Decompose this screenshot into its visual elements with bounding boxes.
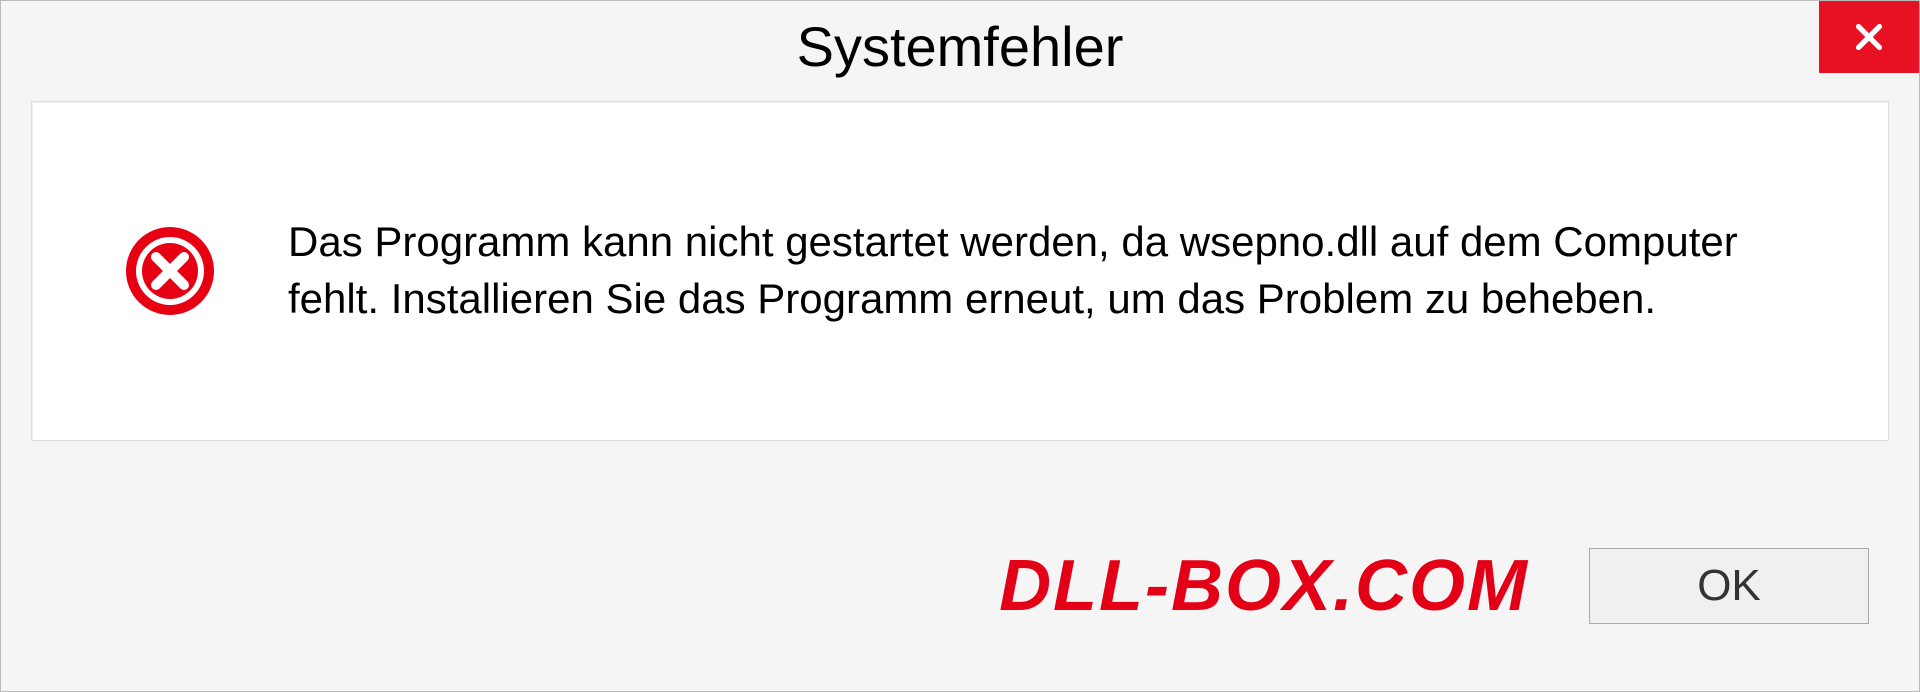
ok-button-label: OK [1697, 561, 1761, 611]
close-button[interactable] [1819, 1, 1919, 73]
message-panel: Das Programm kann nicht gestartet werden… [31, 101, 1889, 441]
ok-button[interactable]: OK [1589, 548, 1869, 624]
error-message: Das Programm kann nicht gestartet werden… [288, 214, 1828, 327]
error-icon [122, 223, 218, 319]
close-icon [1851, 19, 1887, 55]
dialog-footer: DLL-BOX.COM OK [1, 511, 1919, 691]
title-bar: Systemfehler [1, 1, 1919, 91]
watermark-text: DLL-BOX.COM [999, 545, 1529, 627]
dialog-title: Systemfehler [797, 14, 1124, 79]
